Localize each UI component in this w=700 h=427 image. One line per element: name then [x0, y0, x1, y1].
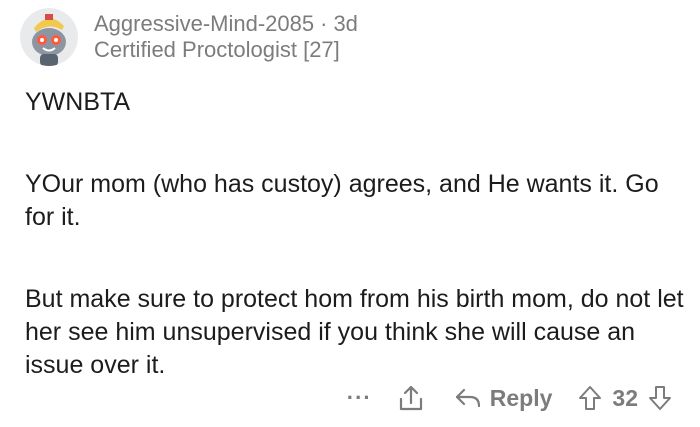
comment-paragraph-3: But make sure to protect hom from his bi… — [25, 285, 684, 379]
share-icon — [399, 385, 422, 411]
comment-paragraph-2: YOur mom (who has custoy) agrees, and He… — [25, 170, 659, 231]
upvote-button[interactable] — [578, 385, 602, 411]
comment-body: YWNBTA YOur mom (who has custoy) agrees,… — [25, 86, 685, 382]
downvote-button[interactable] — [648, 385, 672, 411]
author-name[interactable]: Aggressive-Mind-2085 — [94, 11, 314, 36]
comment-age: 3d — [333, 11, 358, 36]
reply-label: Reply — [489, 384, 553, 411]
vote-count: 32 — [612, 384, 638, 411]
share-button[interactable] — [398, 384, 424, 412]
upvote-arrow-icon — [579, 386, 602, 410]
author-line: Aggressive-Mind-2085 · 3d — [94, 11, 358, 37]
user-flair: Certified Proctologist [27] — [94, 37, 340, 62]
reply-arrow-icon — [455, 388, 480, 408]
reply-button[interactable]: Reply — [454, 384, 553, 412]
snoo-avatar-icon — [20, 8, 78, 66]
more-options-button[interactable]: ··· — [347, 387, 372, 409]
avatar[interactable] — [20, 8, 78, 66]
meta-separator: · — [320, 11, 328, 36]
comment-meta: Aggressive-Mind-2085 · 3d Certified Procto… — [94, 11, 358, 63]
comment-header: Aggressive-Mind-2085 · 3d Certified Procto… — [20, 6, 358, 68]
comment-paragraph-1: YWNBTA — [25, 88, 131, 116]
comment-actions: ··· Reply 32 — [347, 378, 672, 418]
downvote-arrow-icon — [649, 386, 671, 410]
